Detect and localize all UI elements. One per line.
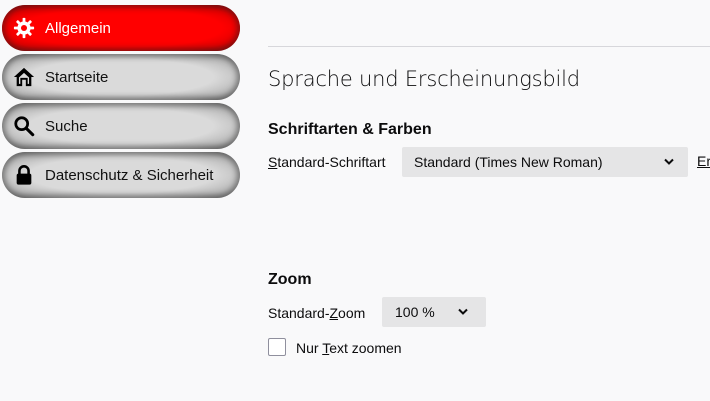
sidebar-item-label: Allgemein	[45, 19, 111, 37]
sidebar-nav: Allgemein Startseite Suche Datenschutz &…	[2, 5, 240, 201]
default-zoom-label: Standard-Zoom	[268, 305, 365, 321]
label-text: Nur	[296, 340, 323, 356]
section-divider	[268, 46, 710, 47]
zoom-text-only-checkbox[interactable]	[268, 338, 286, 356]
search-icon	[12, 114, 36, 138]
sidebar-item-privacy[interactable]: Datenschutz & Sicherheit	[2, 152, 240, 198]
accesskey: Z	[329, 305, 339, 321]
label-text: Standard-	[268, 305, 330, 321]
lock-icon	[12, 163, 36, 187]
gear-icon	[12, 16, 36, 40]
accesskey: S	[268, 154, 278, 170]
chevron-down-icon	[458, 308, 468, 316]
sidebar-item-general[interactable]: Allgemein	[2, 5, 240, 51]
select-value: 100 %	[395, 304, 435, 320]
sidebar-item-search[interactable]: Suche	[2, 103, 240, 149]
advanced-fonts-button[interactable]: Er	[697, 153, 710, 169]
label-text: oom	[338, 305, 366, 321]
chevron-down-icon	[664, 158, 674, 166]
select-value: Standard (Times New Roman)	[414, 154, 603, 170]
sidebar-item-label: Suche	[45, 117, 88, 135]
fonts-colors-heading: Schriftarten & Farben	[268, 121, 432, 138]
section-title: Sprache und Erscheinungsbild	[268, 67, 580, 91]
preferences-page: Allgemein Startseite Suche Datenschutz &…	[0, 0, 710, 401]
sidebar-item-label: Startseite	[45, 68, 109, 86]
default-font-label: Standard-Schriftart	[268, 154, 386, 170]
zoom-heading: Zoom	[268, 271, 312, 288]
sidebar-item-home[interactable]: Startseite	[2, 54, 240, 100]
default-zoom-select[interactable]: 100 %	[382, 297, 486, 327]
label-text: ext zoomen	[329, 340, 402, 356]
sidebar-item-label: Datenschutz & Sicherheit	[45, 166, 214, 184]
home-icon	[12, 65, 36, 89]
default-font-select[interactable]: Standard (Times New Roman)	[402, 147, 688, 177]
label-text: tandard-Schriftart	[277, 154, 386, 170]
zoom-text-only-label[interactable]: Nur Text zoomen	[296, 340, 402, 356]
